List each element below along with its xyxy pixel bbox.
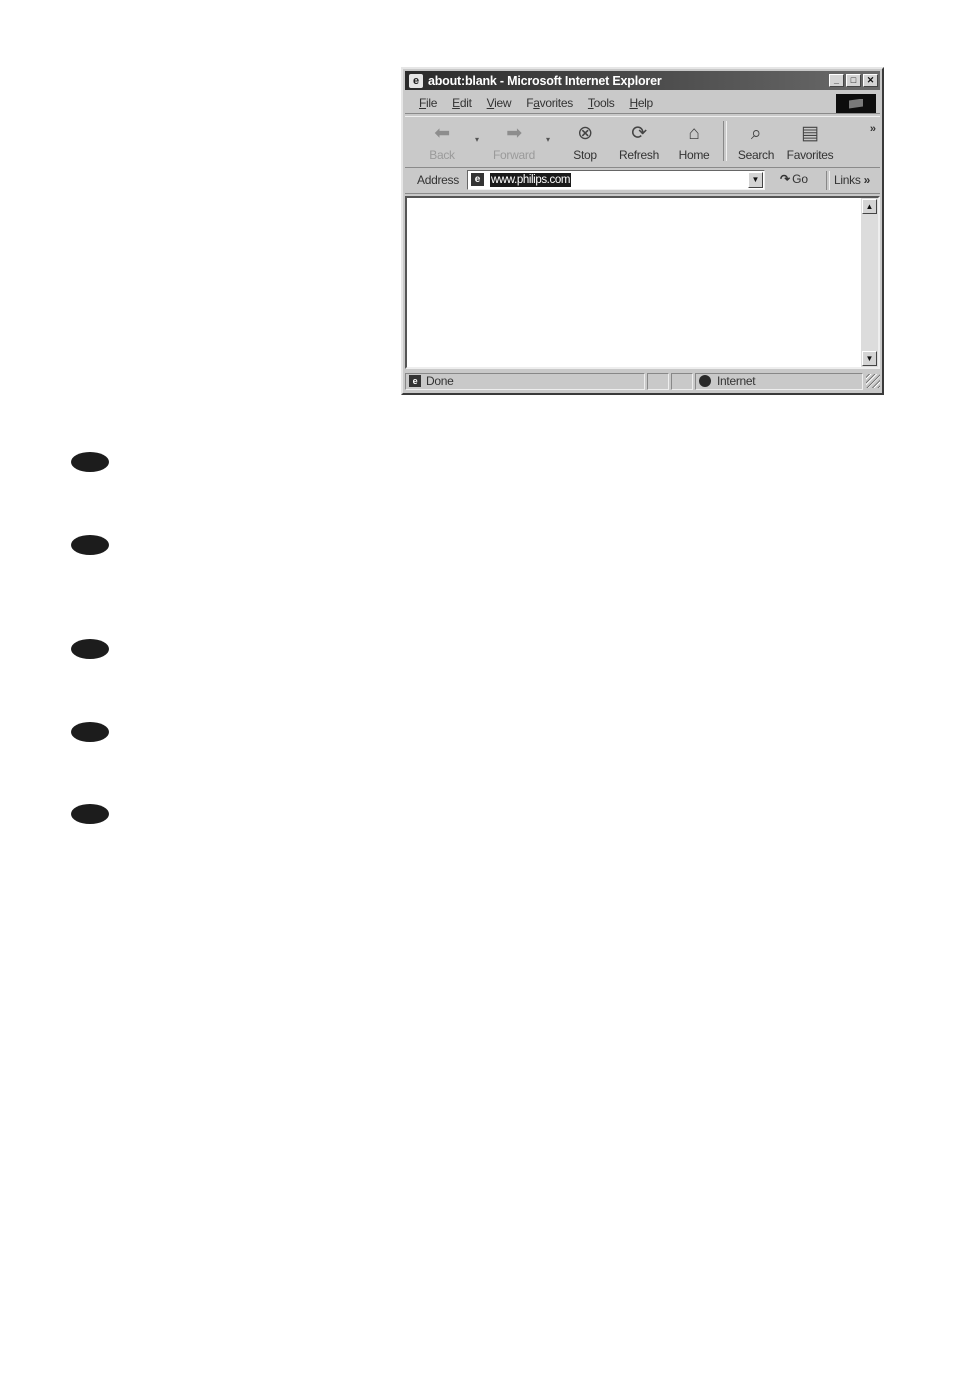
menu-view[interactable]: View [487, 96, 512, 110]
menu-favorites[interactable]: Favorites [526, 96, 573, 110]
address-value: www.philips.com [490, 173, 571, 187]
ie-window: e about:blank - Microsoft Internet Explo… [401, 67, 884, 395]
search-label: Search [737, 148, 775, 162]
resize-grip-icon[interactable] [866, 374, 880, 388]
menu-bar: File Edit View Favorites Tools Help [405, 92, 880, 114]
window-title: about:blank - Microsoft Internet Explore… [428, 73, 662, 88]
back-arrow-icon: ⬅ [434, 123, 450, 144]
menu-tools[interactable]: Tools [588, 96, 615, 110]
page-done-icon: e [409, 375, 421, 387]
menu-help-label: elp [637, 95, 653, 110]
back-button[interactable]: ⬅ Back [417, 121, 467, 162]
status-pane-empty-1 [647, 372, 669, 390]
address-bar: Address e www.philips.com ▼ ↷ Go Links » [405, 168, 880, 194]
maximize-button[interactable]: □ [846, 74, 861, 87]
forward-arrow-icon: ➡ [506, 123, 522, 144]
menu-file-label: ile [426, 95, 438, 110]
address-input[interactable]: e www.philips.com ▼ [467, 170, 765, 190]
back-label: Back [429, 148, 455, 162]
page-icon: e [471, 173, 484, 186]
menu-favorites-label: vorites [539, 95, 574, 110]
menu-help[interactable]: Help [629, 96, 653, 110]
address-label: Address [417, 173, 459, 187]
status-bar: e Done Internet [405, 371, 880, 391]
menu-edit-accel: E [452, 95, 460, 110]
bullet-marker-2 [71, 535, 109, 555]
forward-label: Forward [493, 148, 535, 162]
scroll-down-icon[interactable]: ▼ [862, 351, 877, 366]
toolbar-separator [723, 121, 727, 161]
stop-button[interactable]: ⊗ Stop [560, 121, 610, 162]
menu-edit-label: dit [459, 95, 472, 110]
favorites-button[interactable]: ▤ Favorites [785, 121, 835, 162]
links-more-icon: » [863, 173, 871, 187]
bullet-marker-4 [71, 722, 109, 742]
vertical-scrollbar[interactable]: ▲ ▼ [861, 198, 878, 367]
zone-pane: Internet [695, 372, 863, 390]
scroll-up-icon[interactable]: ▲ [862, 199, 877, 214]
menu-view-label: iew [494, 95, 512, 110]
links-button[interactable]: Links » [834, 173, 870, 187]
zone-text: Internet [717, 374, 756, 388]
stop-icon: ⊗ [577, 123, 593, 144]
standard-toolbar: ⬅ Back ▾ ➡ Forward ▾ ⊗ Stop ⟳ Refresh ⌂ … [405, 116, 880, 168]
go-label: Go [792, 172, 809, 186]
ie-logo-icon: e [409, 73, 423, 88]
menu-help-accel: H [629, 95, 638, 110]
back-dropdown-icon[interactable]: ▾ [475, 135, 479, 144]
stop-label: Stop [573, 148, 597, 162]
status-text: Done [426, 374, 454, 388]
home-button[interactable]: ⌂ Home [669, 121, 719, 162]
status-pane-empty-2 [671, 372, 693, 390]
go-button[interactable]: ↷ Go [780, 172, 808, 186]
menu-file-accel: F [419, 95, 427, 110]
status-text-pane: e Done [405, 372, 645, 390]
links-separator [826, 171, 830, 190]
bullet-marker-3 [71, 639, 109, 659]
refresh-button[interactable]: ⟳ Refresh [614, 121, 664, 162]
home-label: Home [678, 148, 710, 162]
windows-flag-icon [849, 98, 863, 109]
bullet-marker-1 [71, 452, 109, 472]
search-button[interactable]: ⌕ Search [731, 121, 781, 162]
address-dropdown-icon[interactable]: ▼ [748, 172, 763, 188]
title-bar[interactable]: e about:blank - Microsoft Internet Explo… [405, 71, 880, 90]
bullet-marker-5 [71, 804, 109, 824]
links-label: Links [834, 173, 861, 187]
menu-tools-label: ools [593, 95, 615, 110]
window-buttons: _ □ ✕ [827, 74, 878, 87]
home-icon: ⌂ [688, 123, 700, 144]
go-arrow-icon: ↷ [780, 172, 791, 186]
page-content-area[interactable]: ▲ ▼ [405, 196, 880, 369]
refresh-icon: ⟳ [631, 123, 647, 144]
forward-dropdown-icon[interactable]: ▾ [546, 135, 550, 144]
menu-edit[interactable]: Edit [452, 96, 472, 110]
globe-icon [699, 375, 711, 387]
windows-logo-throbber [836, 94, 876, 113]
minimize-button[interactable]: _ [829, 74, 844, 87]
toolbar-more-icon[interactable]: » [870, 123, 876, 135]
menu-file[interactable]: File [419, 96, 437, 110]
search-icon: ⌕ [750, 123, 762, 144]
favorites-folder-icon: ▤ [801, 123, 819, 144]
refresh-label: Refresh [619, 148, 659, 162]
forward-button[interactable]: ➡ Forward [489, 121, 539, 162]
close-button[interactable]: ✕ [863, 74, 878, 87]
favorites-label: Favorites [786, 148, 834, 162]
